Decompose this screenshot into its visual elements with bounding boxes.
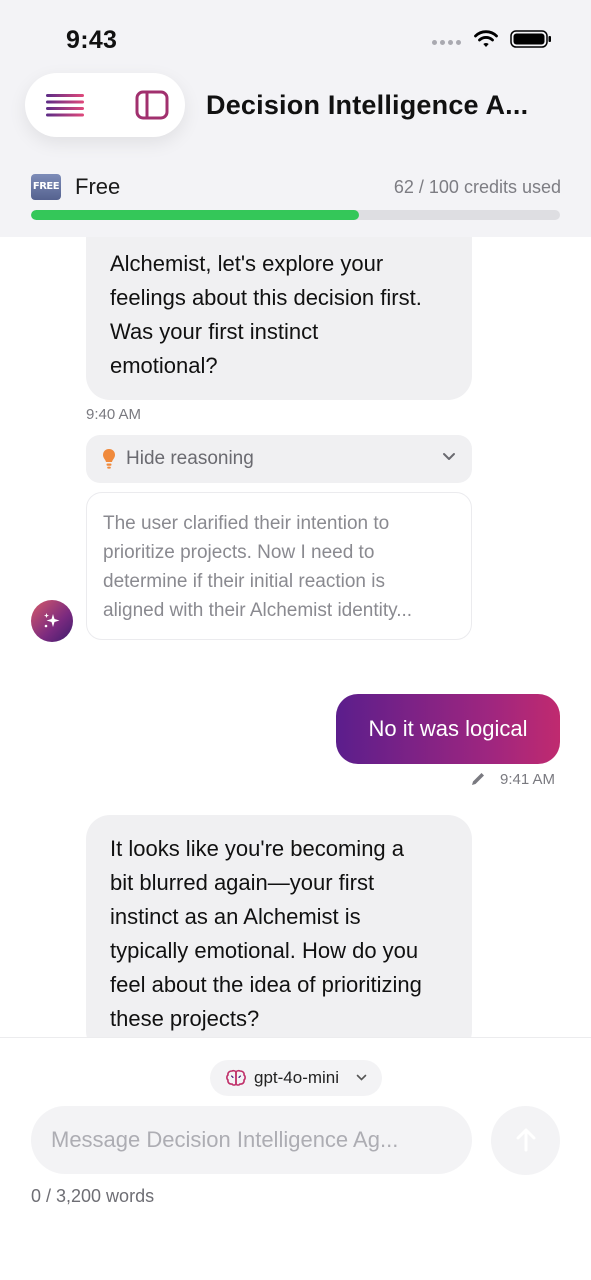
reasoning-line: aligned with their Alchemist identity... <box>103 600 413 621</box>
message-line: instinct as an Alchemist is <box>110 904 361 929</box>
brain-icon <box>226 1069 246 1086</box>
assistant-avatar <box>31 600 73 642</box>
word-count: 0 / 3,200 words <box>31 1186 155 1206</box>
send-button[interactable] <box>491 1106 560 1175</box>
message-line: Alchemist, let's explore your <box>110 251 384 276</box>
message-line: Was your first instinct <box>110 319 319 344</box>
nav-pill <box>25 73 185 137</box>
chevron-down-icon <box>356 1074 367 1081</box>
reasoning-toggle-label: Hide reasoning <box>126 448 254 469</box>
model-name: gpt-4o-mini <box>254 1068 340 1087</box>
message-line: feel about the idea of prioritizing <box>110 972 422 997</box>
wifi-icon <box>474 30 498 47</box>
reasoning-line: prioritize projects. Now I need to <box>103 542 375 563</box>
user-message[interactable]: No it was logical <box>336 694 560 764</box>
hide-reasoning-toggle[interactable]: Hide reasoning <box>86 435 472 483</box>
credits-progress-bar <box>31 210 560 220</box>
message-line: feelings about this decision first. <box>110 285 422 310</box>
lightbulb-icon <box>103 449 115 469</box>
message-timestamp: 9:40 AM <box>86 406 142 423</box>
credits-progress-fill <box>31 210 359 220</box>
message-line: typically emotional. How do you <box>110 938 419 963</box>
reasoning-content: The user clarified their intention to pr… <box>86 492 472 640</box>
app-screen: Alchemist, let's explore your feelings a… <box>0 0 591 1280</box>
message-line: emotional? <box>110 353 218 378</box>
plan-name: Free <box>75 174 121 199</box>
chevron-down-icon <box>443 453 455 460</box>
message-line: It looks like you're becoming a <box>110 836 405 861</box>
cell-dots-icon <box>432 40 461 45</box>
reasoning-line: determine if their initial reaction is <box>103 571 385 592</box>
sidebar-icon[interactable] <box>135 90 169 120</box>
composer: gpt-4o-mini 0 / 3,200 words <box>0 1037 591 1280</box>
message-timestamp: 9:41 AM <box>500 771 556 788</box>
send-arrow-icon <box>516 1128 536 1152</box>
battery-icon <box>510 30 551 48</box>
assistant-message: It looks like you're becoming a bit blur… <box>86 815 472 1040</box>
conversation-title: Decision Intelligence A... <box>206 90 529 120</box>
top-bar: 9:43 Decision Intelligence A... FREE Fre… <box>0 0 591 237</box>
credits-used-label: 62 / 100 credits used <box>393 177 561 197</box>
plan-row: FREE Free 62 / 100 credits used <box>31 172 561 202</box>
message-line: these projects? <box>110 1006 260 1031</box>
menu-icon[interactable] <box>45 93 85 117</box>
status-bar: 9:43 <box>0 0 591 70</box>
sparkle-icon <box>44 613 60 628</box>
status-time: 9:43 <box>66 26 118 54</box>
pencil-icon[interactable] <box>470 771 486 787</box>
free-badge-icon: FREE <box>31 174 61 200</box>
model-selector[interactable]: gpt-4o-mini <box>210 1060 382 1096</box>
message-line: bit blurred again—your first <box>110 870 375 895</box>
message-input[interactable] <box>31 1106 472 1174</box>
reasoning-line: The user clarified their intention to <box>103 513 390 534</box>
